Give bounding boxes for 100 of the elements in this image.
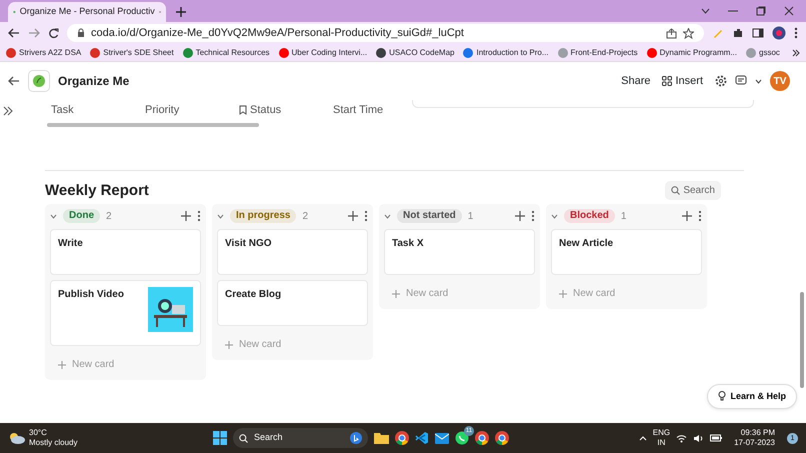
toolbar-button[interactable]: Insert: [662, 72, 703, 90]
add-icon: [392, 290, 400, 298]
browser-icon[interactable]: [395, 431, 409, 445]
board-title: Weekly Report: [45, 182, 149, 200]
settings-icon[interactable]: [715, 75, 727, 87]
chevron-down-icon[interactable]: [50, 214, 57, 218]
doc-title: Organize Me: [58, 73, 130, 90]
weather-text: Mostly cloudy: [29, 438, 78, 448]
column-header[interactable]: Priority: [141, 102, 235, 118]
sidebar-toggle-icon[interactable]: [3, 106, 13, 116]
bookmark-link[interactable]: USACO CodeMap: [376, 46, 454, 58]
bookmark-link[interactable]: Technical Resources: [182, 46, 270, 58]
sidebar-icon[interactable]: [752, 27, 764, 39]
add-icon: [225, 340, 233, 348]
column-header[interactable]: Status: [235, 102, 329, 118]
close-icon[interactable]: [784, 6, 794, 16]
lock-icon: [77, 28, 85, 38]
bookmark-icon: [239, 105, 247, 115]
board-card[interactable]: Create Blog: [217, 280, 368, 326]
bookmark-link[interactable]: Front-End-Projects: [558, 46, 638, 58]
restore-icon[interactable]: [756, 6, 766, 16]
more-icon[interactable]: [794, 27, 798, 39]
add-icon[interactable]: [348, 211, 358, 221]
wifi-icon[interactable]: [676, 434, 688, 442]
column-header[interactable]: Task: [47, 102, 141, 118]
reload-icon[interactable]: [48, 28, 59, 38]
region-text[interactable]: IN: [652, 438, 670, 448]
chevron-down-icon[interactable]: [551, 214, 558, 218]
comment-icon[interactable]: [735, 75, 747, 87]
bookmark-link[interactable]: Strivers A2Z DSA: [6, 46, 82, 58]
status-tag: Blocked: [564, 209, 615, 223]
board-card[interactable]: Visit NGO: [217, 229, 368, 275]
board-card[interactable]: Task X: [384, 229, 535, 275]
chevron-down-icon[interactable]: [384, 214, 391, 218]
column-header[interactable]: Start Time: [329, 102, 389, 118]
speaker-icon[interactable]: [693, 434, 704, 442]
board-card[interactable]: Publish Video: [50, 280, 201, 346]
help-button[interactable]: Learn & Help: [707, 384, 797, 409]
clock-time[interactable]: 09:36 PM: [734, 428, 775, 438]
browser-tab[interactable]: Organize Me - Personal Productiv: [8, 2, 166, 22]
address-bar[interactable]: coda.io/d/Organize-Me_d0YvQ2Mw9eA/Personal-Productivity_suiGd#_luCpt: [67, 24, 704, 42]
start-icon[interactable]: [213, 431, 227, 445]
minimize-icon[interactable]: [728, 10, 738, 12]
back-icon[interactable]: [8, 76, 20, 86]
share-icon[interactable]: [666, 28, 677, 38]
code-editor-icon[interactable]: [415, 431, 429, 445]
leaf-icon: [33, 75, 45, 87]
new-tab-icon[interactable]: [176, 7, 186, 17]
url-text: coda.io/d/Organize-Me_d0YvQ2Mw9eA/Personal-Productivity_suiGd#_luCpt: [91, 26, 465, 41]
search-icon: [239, 434, 248, 442]
lightbulb-icon: [718, 391, 726, 402]
scrollbar-thumb[interactable]: [47, 123, 259, 127]
search-button[interactable]: Search: [665, 181, 721, 200]
folder-icon[interactable]: [374, 432, 389, 444]
more-icon[interactable]: [698, 210, 702, 222]
illustration-thumbnail: [148, 287, 193, 332]
chat-icon[interactable]: [455, 431, 469, 445]
chevron-down-icon[interactable]: [217, 214, 224, 218]
cloud-icon: [8, 432, 26, 444]
more-icon[interactable]: [197, 210, 201, 222]
card-count: 1: [468, 210, 474, 224]
bookmark-link[interactable]: Striver's SDE Sheet: [90, 46, 174, 58]
browser-icon[interactable]: [475, 431, 489, 445]
status-tag: Not started: [397, 209, 462, 223]
status-tag: Done: [63, 209, 100, 223]
scrollbar-thumb[interactable]: [800, 292, 804, 388]
card-count: 2: [302, 210, 308, 224]
more-icon[interactable]: [531, 210, 535, 222]
add-icon: [559, 290, 567, 298]
tab-title: Organize Me - Personal Productiv: [20, 5, 155, 18]
add-icon[interactable]: [682, 211, 692, 221]
bookmark-link[interactable]: Uber Coding Intervi...: [278, 46, 368, 58]
battery-icon[interactable]: [710, 434, 722, 442]
bookmark-link[interactable]: Introduction to Pro...: [463, 46, 549, 58]
board-card[interactable]: Write: [50, 229, 201, 275]
search-icon: [671, 186, 680, 195]
temperature: 30°C: [29, 428, 48, 438]
clock-date[interactable]: 17-07-2023: [734, 438, 775, 448]
taskbar-search[interactable]: Search: [233, 428, 368, 448]
mail-icon[interactable]: [435, 432, 449, 444]
chevron-down-icon[interactable]: [701, 8, 710, 14]
more-icon[interactable]: [364, 210, 368, 222]
add-icon[interactable]: [181, 211, 191, 221]
bing-icon[interactable]: [350, 432, 362, 444]
star-icon[interactable]: [683, 28, 694, 38]
toolbar-button[interactable]: Share: [621, 72, 650, 90]
status-tag: In progress: [230, 209, 296, 223]
chevron-up-icon[interactable]: [638, 436, 647, 440]
language-text[interactable]: ENG: [652, 428, 670, 438]
back-icon[interactable]: [8, 28, 20, 38]
grid-icon: [662, 76, 672, 86]
add-icon[interactable]: [515, 211, 525, 221]
browser-icon[interactable]: [495, 431, 509, 445]
chevron-down-icon[interactable]: [755, 78, 762, 84]
bookmark-link[interactable]: gssoc: [746, 46, 780, 58]
more-bookmarks-icon[interactable]: [792, 48, 800, 56]
add-icon: [58, 360, 66, 368]
board-card[interactable]: New Article: [551, 229, 702, 275]
profile-icon[interactable]: [772, 26, 786, 40]
bookmark-link[interactable]: Dynamic Programm...: [646, 46, 738, 58]
